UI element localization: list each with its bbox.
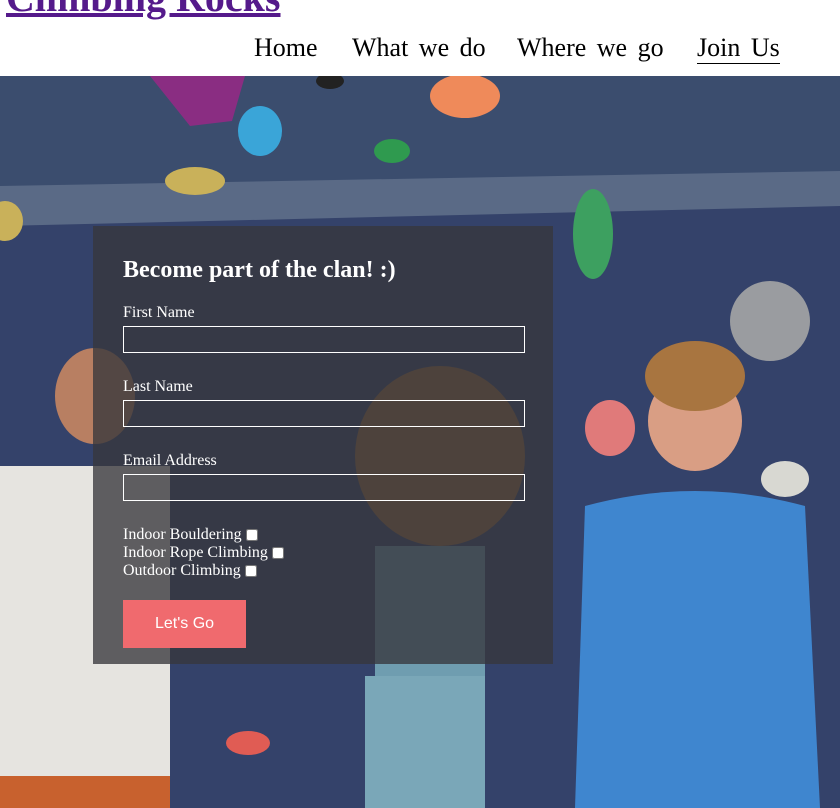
first-name-label: First Name bbox=[123, 304, 195, 321]
first-name-input[interactable] bbox=[123, 326, 525, 353]
nav-what-we-do[interactable]: What we do bbox=[352, 33, 486, 63]
checkbox-rope-climbing[interactable] bbox=[271, 547, 284, 559]
last-name-label: Last Name bbox=[123, 378, 193, 395]
nav-join-us[interactable]: Join Us bbox=[697, 33, 780, 64]
lets-go-button[interactable]: Let's Go bbox=[123, 600, 246, 648]
hero-background: Become part of the clan! :) First Name L… bbox=[0, 76, 840, 808]
nav-home[interactable]: Home bbox=[254, 33, 318, 63]
form-heading: Become part of the clan! :) bbox=[123, 257, 396, 283]
last-name-input[interactable] bbox=[123, 400, 525, 427]
checkbox-row-outdoor-climbing: Outdoor Climbing bbox=[123, 562, 525, 580]
nav-where-we-go[interactable]: Where we go bbox=[517, 33, 664, 63]
checkbox-row-bouldering: Indoor Bouldering bbox=[123, 526, 525, 544]
email-input[interactable] bbox=[123, 474, 525, 501]
checkbox-bouldering[interactable] bbox=[245, 529, 258, 541]
checkbox-outdoor-climbing[interactable] bbox=[244, 565, 257, 577]
checkbox-label-outdoor-climbing: Outdoor Climbing bbox=[123, 562, 241, 579]
checkbox-label-rope-climbing: Indoor Rope Climbing bbox=[123, 544, 268, 561]
checkbox-label-bouldering: Indoor Bouldering bbox=[123, 526, 242, 543]
main-nav: Home What we do Where we go Join Us bbox=[0, 0, 840, 76]
checkbox-row-rope-climbing: Indoor Rope Climbing bbox=[123, 544, 525, 562]
email-label: Email Address bbox=[123, 452, 217, 469]
join-form: Become part of the clan! :) First Name L… bbox=[93, 226, 553, 664]
